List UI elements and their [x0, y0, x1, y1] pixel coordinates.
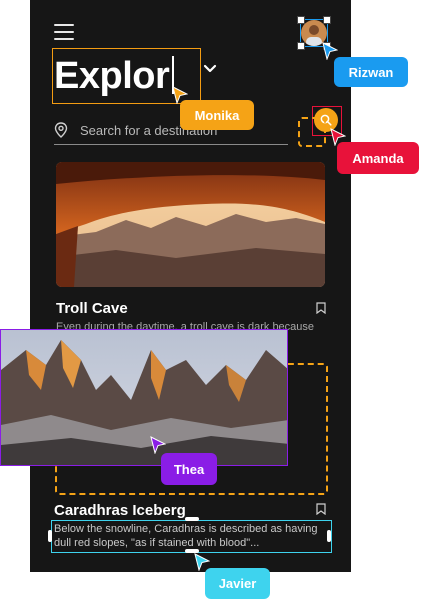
resize-handle[interactable] — [297, 42, 305, 50]
drop-placeholder — [298, 117, 326, 147]
collaborator-tag-thea: Thea — [161, 453, 217, 485]
resize-handle[interactable] — [48, 530, 52, 542]
menu-icon[interactable] — [54, 24, 74, 40]
chevron-down-icon[interactable] — [203, 62, 217, 76]
collaborator-tag-rizwan: Rizwan — [334, 57, 408, 87]
location-pin-icon — [54, 122, 68, 138]
collaborator-tag-javier: Javier — [205, 568, 270, 599]
card-image-troll-cave[interactable] — [56, 162, 325, 287]
card-title[interactable]: Troll Cave — [56, 300, 128, 317]
bookmark-icon[interactable] — [316, 302, 326, 314]
resize-handle[interactable] — [323, 16, 331, 24]
bookmark-icon[interactable] — [316, 503, 326, 515]
resize-handle[interactable] — [327, 530, 331, 542]
collaborator-tag-monika: Monika — [180, 100, 254, 130]
resize-handle[interactable] — [185, 517, 199, 521]
card-title[interactable]: Caradhras Iceberg — [54, 502, 186, 519]
cursor-arrow-icon — [150, 436, 166, 454]
collaborator-tag-amanda: Amanda — [337, 142, 419, 174]
dragged-card-image[interactable] — [0, 329, 288, 466]
resize-handle[interactable] — [297, 16, 305, 24]
